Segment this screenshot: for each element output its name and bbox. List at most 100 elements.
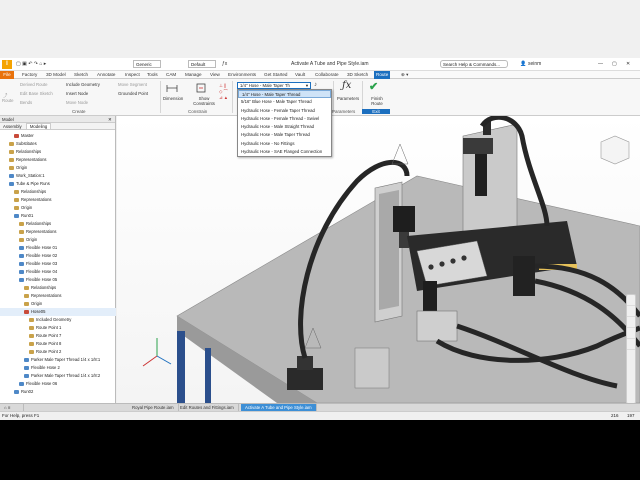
tab-get-started[interactable]: Get Started [262,71,290,79]
fx-icon[interactable]: ƒx [222,61,227,67]
close-icon[interactable]: ✕ [108,116,112,123]
browser-node[interactable]: Origin [0,164,116,172]
tab-view[interactable]: View [208,71,222,79]
browser-node[interactable]: Flexible Hose 2 [0,364,116,372]
route-style-select[interactable]: 1/4" Hose - Male Taper Th ▼ [237,82,311,89]
browser-node[interactable]: Substitutes [0,140,116,148]
derived-route-button[interactable]: Derived Route [20,82,47,87]
finish-route-button[interactable]: Finish Route [368,96,386,106]
browser-node[interactable]: Relationships [0,148,116,156]
close-icon[interactable]: ✕ [626,61,630,67]
user-icon[interactable]: 👤 [520,61,526,67]
node-icon [19,237,24,242]
quick-access-icons[interactable]: ▢ ▣ ↶ ↷ ⌂ ▸ [16,61,46,67]
grounded-point-button[interactable]: Grounded Point [118,91,148,96]
tab-annotate[interactable]: Annotate [95,71,117,79]
tab-3d-model[interactable]: 3D Model [44,71,68,79]
browser-node[interactable]: Work_Station:1 [0,172,116,180]
node-label: Relationships [26,221,52,226]
show-constraints-button[interactable]: Show Constraints [192,96,216,106]
browser-node[interactable]: Run02 [0,388,116,396]
move-node-button[interactable]: Move Node [66,100,88,105]
browser-node[interactable]: Flexible Hose 04 [0,268,116,276]
browser-node[interactable]: Representations [0,156,116,164]
style-option[interactable]: Hydraulic Hose - Male Straight Thread [238,123,331,131]
style-option[interactable]: Hydraulic Hose - No Fittings [238,140,331,148]
move-segment-button[interactable]: Move Segment [118,82,147,87]
browser-node[interactable]: Flexible Hose 01 [0,244,116,252]
edit-base-sketch-button[interactable]: Edit Base Sketch [20,91,53,96]
browser-node[interactable]: Route Point 2 [0,348,116,356]
app-logo[interactable]: I [2,60,12,69]
viewcube-icon[interactable] [600,135,630,165]
node-label: Run02 [21,389,34,394]
material-select[interactable]: Generic [133,60,161,68]
browser-node[interactable]: Included Geometry [0,316,116,324]
browser-node[interactable]: Flexible Hose 02 [0,252,116,260]
browser-node[interactable]: Master [0,132,116,140]
browser-node[interactable]: Hose05 [0,308,116,316]
nav-pan-icon[interactable] [627,309,635,317]
browser-node[interactable]: Tube & Pipe Runs [0,180,116,188]
browser-node[interactable]: Relationships [0,188,116,196]
browser-node[interactable]: Origin [0,236,116,244]
style-option[interactable]: Hydraulic Hose - SAE Flanged Connection [238,148,331,156]
tab-factory[interactable]: Factory [20,71,39,79]
tab-cam[interactable]: CAM [164,71,178,79]
maximize-icon[interactable]: ▢ [612,61,617,67]
tab-collaborate[interactable]: Collaborate [313,71,341,79]
user-name[interactable]: seinm [528,61,541,67]
graphics-viewport[interactable] [117,116,640,403]
browser-node[interactable]: Route Point 1 [0,324,116,332]
style-option[interactable]: 1/4" Hose - Male Taper Thread [238,90,331,99]
dimension-button[interactable]: Dimension [163,96,183,101]
insert-node-button[interactable]: Insert Node [66,91,88,96]
tab-manage[interactable]: Manage [183,71,204,79]
browser-node[interactable]: Parker Male Taper Thread 1/4 x 1/8:1 [0,356,116,364]
tab-assembly[interactable]: Assembly [0,124,25,129]
style-option[interactable]: Hydraulic Hose - Female Thread - Swivel [238,115,331,123]
create-panel-label: Create [72,109,86,114]
browser-node[interactable]: Representations [0,228,116,236]
browser-node[interactable]: Representations [0,196,116,204]
style-option[interactable]: Hydraulic Hose - Male Taper Thread [238,131,331,139]
tab-vault[interactable]: Vault [293,71,307,79]
browser-node[interactable]: Relationships [0,220,116,228]
browser-node[interactable]: Flexible Hose 05 [0,276,116,284]
tab-sketch[interactable]: Sketch [72,71,90,79]
nav-fullwheel-icon[interactable] [627,298,635,306]
die-hole [450,258,456,264]
tab-environments[interactable]: Environments [226,71,258,79]
tab-modeling[interactable]: Modeling [25,123,52,129]
browser-node[interactable]: Route Point 7 [0,332,116,340]
bends-button[interactable]: Bends [20,100,32,105]
appearance-select[interactable]: Default [188,60,216,68]
include-geometry-button[interactable]: Include Geometry [66,82,100,87]
browser-node[interactable]: Relationships [0,284,116,292]
constraint-icons[interactable]: ⊥ ∥ ◇ ⌒ ⊿ ▲ [219,83,228,101]
nav-orbit-icon[interactable] [627,331,635,339]
browser-node[interactable]: Route Point 8 [0,340,116,348]
minimize-icon[interactable]: — [598,61,603,67]
tab-file[interactable]: File [0,71,14,79]
style-option[interactable]: Hydraulic Hose - Female Taper Thread [238,107,331,115]
parameters-button[interactable]: Parameters [337,96,359,101]
help-search-input[interactable]: Search Help & Commands... [440,60,508,68]
browser-node[interactable]: Run01 [0,212,116,220]
browser-node[interactable]: Origin [0,204,116,212]
style-option[interactable]: 5/16" Blue Hose - Male Taper Thread [238,98,331,106]
browser-node[interactable]: Origin [0,300,116,308]
nav-lookat-icon[interactable] [627,342,635,350]
tab-inspect[interactable]: Inspect [123,71,142,79]
tab-tools[interactable]: Tools [145,71,160,79]
nav-zoom-icon[interactable] [627,320,635,328]
tab-overflow[interactable]: ⊕ ▾ [399,71,410,79]
tab-3d-sketch[interactable]: 3D Sketch [345,71,370,79]
browser-node[interactable]: Flexible Hose 06 [0,380,116,388]
tab-route[interactable]: Route [374,71,391,79]
browser-node[interactable]: Representations [0,292,116,300]
node-label: Hose05 [31,309,46,314]
browser-node[interactable]: Flexible Hose 03 [0,260,116,268]
music-note-icon[interactable]: ♪ [314,82,317,88]
browser-node[interactable]: Parker Male Taper Thread 1/4 x 1/8:2 [0,372,116,380]
